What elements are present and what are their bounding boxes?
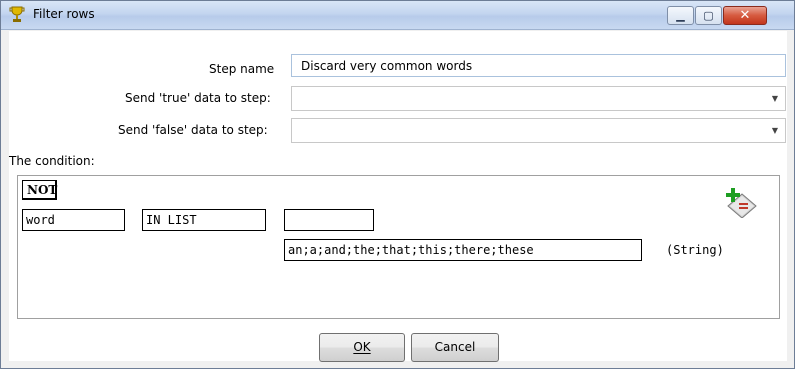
cancel-label: Cancel — [434, 340, 476, 354]
function-box[interactable]: IN LIST — [142, 209, 266, 231]
value-text: an;a;and;the;that;this;there;these — [288, 243, 534, 257]
value-box[interactable]: an;a;and;the;that;this;there;these — [284, 239, 642, 261]
minimize-button[interactable]: ▁ — [667, 6, 694, 25]
condition-editor[interactable]: NOT word IN LIST an;a;and;the;that;this;… — [17, 175, 780, 319]
right-field-box[interactable] — [284, 209, 374, 231]
chevron-down-icon: ▼ — [771, 94, 778, 103]
function-value: IN LIST — [146, 213, 197, 227]
value-type: (String) — [666, 243, 724, 257]
left-field-box[interactable]: word — [22, 209, 125, 231]
chevron-down-icon: ▼ — [771, 126, 778, 135]
step-name-label: Step name — [209, 62, 275, 76]
true-step-label: Send 'true' data to step: — [125, 91, 271, 105]
cancel-button[interactable]: Cancel — [411, 333, 499, 362]
ok-label: OK — [353, 340, 371, 354]
false-step-select[interactable]: ▼ — [291, 118, 786, 143]
window-title: Filter rows — [33, 7, 95, 21]
not-label: NOT — [27, 183, 58, 197]
false-step-label: Send 'false' data to step: — [118, 123, 268, 137]
maximize-icon: ▢ — [703, 9, 714, 22]
app-icon — [9, 6, 25, 22]
add-condition-icon[interactable] — [722, 188, 758, 218]
minimize-icon: ▁ — [676, 9, 685, 22]
negate-toggle[interactable]: NOT — [22, 180, 57, 200]
ok-button[interactable]: OK — [319, 333, 405, 362]
close-button[interactable]: ✕ — [723, 6, 767, 25]
true-step-select[interactable]: ▼ — [291, 86, 786, 111]
step-name-value: Discard very common words — [301, 59, 473, 73]
step-name-input[interactable]: Discard very common words — [291, 54, 786, 77]
left-field-value: word — [26, 213, 55, 227]
close-icon: ✕ — [739, 8, 751, 23]
condition-label: The condition: — [9, 154, 95, 168]
filter-rows-dialog: Filter rows ▁ ▢ ✕ Step name Discard very… — [0, 0, 795, 369]
title-bar[interactable]: Filter rows ▁ ▢ ✕ — [1, 1, 794, 30]
maximize-button[interactable]: ▢ — [695, 6, 722, 25]
